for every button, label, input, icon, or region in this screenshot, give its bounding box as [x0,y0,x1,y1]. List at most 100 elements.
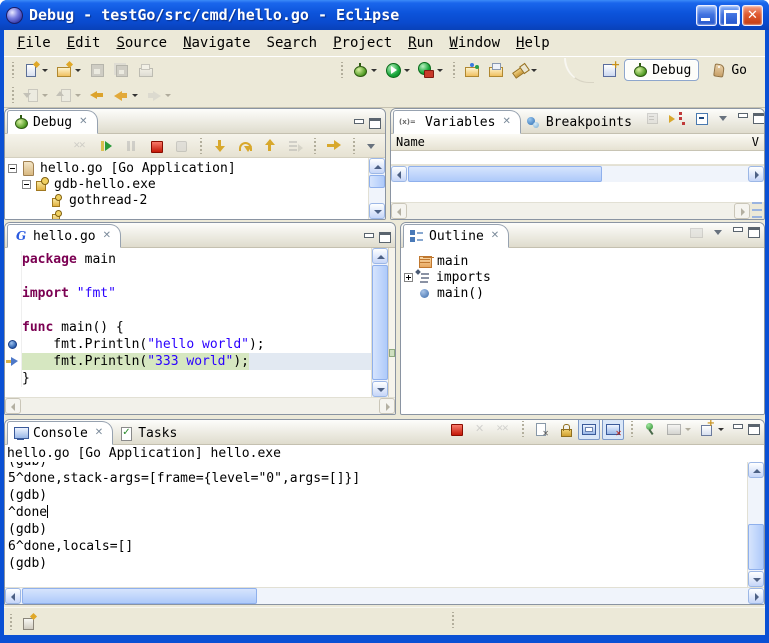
menu-file[interactable]: File [9,33,59,53]
column-name[interactable]: Name [396,135,752,149]
maximize-button[interactable] [719,5,740,26]
editor-gutter[interactable] [5,251,22,268]
menu-source[interactable]: Source [108,33,175,53]
minimize-view-button[interactable] [732,424,744,434]
scroll-right-button[interactable] [748,588,764,604]
pin-console-button[interactable] [639,419,661,440]
outline-tree[interactable]: mainimportsmain() [401,248,764,414]
maximize-view-button[interactable] [748,424,760,435]
scroll-left-button[interactable] [5,588,21,604]
terminate-button[interactable] [445,419,467,440]
scroll-thumb[interactable] [748,524,764,570]
scroll-track[interactable] [369,189,385,203]
show-console-stdout-button[interactable] [578,419,600,440]
close-icon[interactable]: ✕ [79,117,87,127]
tree-item[interactable]: main [401,253,764,269]
editor-horizontal-scrollbar[interactable] [5,397,395,414]
minimize-view-button[interactable] [737,113,749,123]
menu-edit[interactable]: Edit [59,33,109,53]
menu-project[interactable]: Project [325,33,400,53]
scroll-right-button[interactable] [748,166,764,182]
show-console-stderr-button[interactable] [602,419,624,440]
editor-gutter[interactable] [5,268,22,285]
close-icon[interactable]: ✕ [502,117,510,127]
console-horizontal-scrollbar[interactable] [5,587,764,604]
tree-item[interactable]: main() [401,285,764,301]
minimize-view-button[interactable] [363,233,375,243]
toolbar-handle[interactable] [10,62,15,78]
scroll-down-button[interactable] [372,381,388,397]
show-logical-structures-button[interactable] [666,108,688,129]
scroll-up-button[interactable] [369,158,385,174]
open-perspective-button[interactable] [599,59,621,81]
tree-item[interactable]: imports [401,269,764,285]
new-button[interactable] [20,59,51,81]
maximize-view-button[interactable] [753,113,765,124]
perspective-go[interactable]: Go [703,59,755,81]
scroll-thumb[interactable] [408,166,602,182]
title-bar[interactable]: Debug - testGo/src/cmd/hello.go - Eclips… [0,0,769,30]
tree-item[interactable]: hello.go [Go Application] [5,160,368,176]
open-console-button[interactable] [696,419,727,440]
console-output[interactable]: (gdb)5^done,stack-args=[frame={level="0"… [5,462,747,587]
breakpoint-icon[interactable] [8,340,17,349]
close-icon[interactable]: ✕ [95,428,103,438]
detail-horizontal-scrollbar[interactable] [391,202,750,219]
minimize-button[interactable] [696,5,717,26]
debug-button[interactable] [349,59,380,81]
menu-run[interactable]: Run [400,33,441,53]
maximize-view-button[interactable] [379,232,391,243]
menu-window[interactable]: Window [441,33,508,53]
scroll-up-button[interactable] [372,248,388,264]
scroll-down-button[interactable] [369,203,385,219]
editor-gutter[interactable] [5,370,22,387]
scroll-thumb[interactable] [369,175,385,188]
scroll-thumb[interactable] [22,588,257,604]
open-folder-button[interactable] [485,59,507,81]
collapse-icon[interactable] [22,180,31,189]
drop-to-frame-button[interactable] [323,135,345,157]
toolbar-handle[interactable] [339,62,344,78]
toolbar-handle[interactable] [10,87,15,103]
statusbar-handle[interactable] [450,612,455,628]
menu-help[interactable]: Help [508,33,558,53]
editor-gutter[interactable] [5,285,22,302]
step-return-button[interactable] [259,135,281,157]
statusbar-handle[interactable] [8,614,13,630]
overview-ruler[interactable] [388,248,395,397]
fast-view-button[interactable] [18,611,40,633]
close-button[interactable] [742,5,763,26]
variables-column-headers[interactable]: Name V [391,134,764,151]
step-into-button[interactable] [209,135,231,157]
tree-item[interactable]: gdb-hello.exe [5,176,368,192]
minimize-view-button[interactable] [732,227,744,237]
clear-console-button[interactable] [530,419,552,440]
tree-item[interactable]: gothread-2 [5,192,368,208]
collapse-all-button[interactable] [690,108,712,129]
console-vertical-scrollbar[interactable] [747,462,764,587]
variables-horizontal-scrollbar[interactable] [391,165,764,182]
scroll-track[interactable] [748,478,764,523]
scroll-down-button[interactable] [748,571,764,587]
scroll-thumb[interactable] [372,265,388,380]
tab-console[interactable]: Console✕ [7,421,113,445]
scroll-up-button[interactable] [748,462,764,478]
debug-vertical-scrollbar[interactable] [368,158,385,219]
sash-grip[interactable] [750,202,764,219]
terminate-button[interactable] [145,135,167,157]
search-button[interactable] [509,59,540,81]
tree-item[interactable] [5,208,368,219]
view-menu-button[interactable] [362,135,380,157]
tab-debug[interactable]: Debug✕ [7,110,98,134]
perspective-debug[interactable]: Debug [624,59,699,81]
editor-vertical-scrollbar[interactable] [371,248,388,397]
tab-variables[interactable]: Variables✕ [393,110,521,134]
editor-gutter[interactable] [5,319,22,336]
maximize-view-button[interactable] [369,118,381,129]
scroll-lock-button[interactable] [554,419,576,440]
tab-breakpoints[interactable]: Breakpoints [521,111,641,133]
close-icon[interactable]: ✕ [103,231,111,241]
minimize-view-button[interactable] [353,119,365,129]
scroll-track[interactable] [258,588,748,604]
view-menu-button[interactable] [709,222,727,243]
